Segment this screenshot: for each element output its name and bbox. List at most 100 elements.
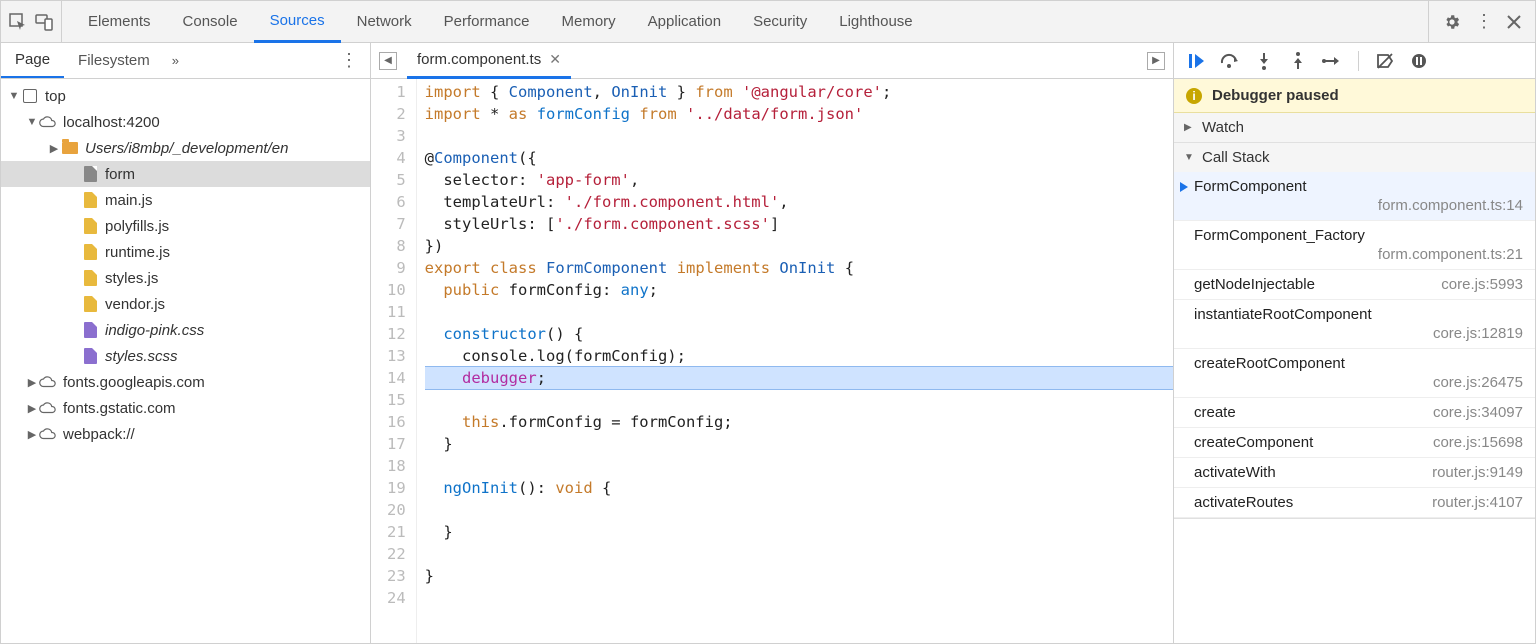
- navigator-tab-filesystem[interactable]: Filesystem: [64, 43, 164, 78]
- file-icon: [81, 269, 99, 287]
- navigator-tab-page[interactable]: Page: [1, 43, 64, 78]
- close-file-icon[interactable]: ✕: [549, 51, 561, 68]
- code-line[interactable]: templateUrl: './form.component.html',: [425, 191, 1173, 213]
- open-file-tab[interactable]: form.component.ts ✕: [407, 44, 571, 79]
- folder-icon: [61, 139, 79, 157]
- step-into-icon[interactable]: [1254, 51, 1274, 71]
- callstack-section: ▼Call Stack FormComponentform.component.…: [1174, 143, 1535, 519]
- main-tab-application[interactable]: Application: [632, 1, 737, 42]
- main-tab-security[interactable]: Security: [737, 1, 823, 42]
- stack-frame[interactable]: instantiateRootComponentcore.js:12819: [1174, 300, 1535, 349]
- source-editor: ◀ form.component.ts ✕ ▶ 1234567891011121…: [371, 43, 1173, 643]
- watch-section[interactable]: ▶Watch: [1174, 113, 1535, 143]
- frame-icon: [21, 87, 39, 105]
- code-editor[interactable]: 123456789101112131415161718192021222324 …: [371, 79, 1173, 643]
- code-line[interactable]: selector: 'app-form',: [425, 169, 1173, 191]
- code-line[interactable]: }): [425, 235, 1173, 257]
- code-line[interactable]: }: [425, 565, 1173, 587]
- code-line[interactable]: [425, 543, 1173, 565]
- cloud-icon: [39, 113, 57, 131]
- code-line[interactable]: ngOnInit(): void {: [425, 477, 1173, 499]
- code-line[interactable]: [425, 499, 1173, 521]
- sources-navigator: Page Filesystem » ⋮ ▼top ▼localhost:4200…: [1, 43, 371, 643]
- main-tab-elements[interactable]: Elements: [72, 1, 167, 42]
- nav-back-icon[interactable]: ◀: [379, 52, 397, 70]
- code-line[interactable]: [425, 587, 1173, 609]
- stack-frame[interactable]: createRootComponentcore.js:26475: [1174, 349, 1535, 398]
- navigator-more-tabs[interactable]: »: [164, 53, 187, 68]
- code-line[interactable]: public formConfig: any;: [425, 279, 1173, 301]
- devtools-main-tabs: ElementsConsoleSourcesNetworkPerformance…: [62, 1, 1428, 42]
- stack-frame[interactable]: FormComponent_Factoryform.component.ts:2…: [1174, 221, 1535, 270]
- code-line[interactable]: }: [425, 521, 1173, 543]
- stack-frame[interactable]: FormComponentform.component.ts:14: [1174, 172, 1535, 221]
- stack-frame[interactable]: activateWithrouter.js:9149: [1174, 458, 1535, 488]
- file-icon: [81, 217, 99, 235]
- code-line[interactable]: }: [425, 433, 1173, 455]
- code-line[interactable]: this.formConfig = formConfig;: [425, 411, 1173, 433]
- stack-frame[interactable]: getNodeInjectablecore.js:5993: [1174, 270, 1535, 300]
- code-line[interactable]: [425, 125, 1173, 147]
- inspect-icon[interactable]: [9, 13, 27, 31]
- kebab-menu-icon[interactable]: ⋮: [1475, 11, 1493, 32]
- stack-frame[interactable]: createComponentcore.js:15698: [1174, 428, 1535, 458]
- tree-ext3[interactable]: ▶webpack://: [1, 421, 370, 447]
- nav-forward-icon[interactable]: ▶: [1147, 52, 1165, 70]
- file-icon: [81, 191, 99, 209]
- file-icon: [81, 295, 99, 313]
- close-devtools-icon[interactable]: [1507, 15, 1521, 29]
- code-line[interactable]: [425, 389, 1173, 411]
- main-tab-console[interactable]: Console: [167, 1, 254, 42]
- code-line[interactable]: constructor() {: [425, 323, 1173, 345]
- code-line[interactable]: console.log(formConfig);: [425, 345, 1173, 367]
- file-icon: [81, 243, 99, 261]
- tree-file-polyfills[interactable]: polyfills.js: [1, 213, 370, 239]
- main-tab-lighthouse[interactable]: Lighthouse: [823, 1, 928, 42]
- step-over-icon[interactable]: [1220, 51, 1240, 71]
- debugger-panel: i Debugger paused ▶Watch ▼Call Stack For…: [1173, 43, 1535, 643]
- main-tab-memory[interactable]: Memory: [546, 1, 632, 42]
- callstack-header[interactable]: ▼Call Stack: [1174, 143, 1535, 172]
- file-icon: [81, 165, 99, 183]
- step-out-icon[interactable]: [1288, 51, 1308, 71]
- file-tree: ▼top ▼localhost:4200 ▶Users/i8mbp/_devel…: [1, 79, 370, 643]
- tree-file-indigo[interactable]: indigo-pink.css: [1, 317, 370, 343]
- tree-file-styles[interactable]: styles.js: [1, 265, 370, 291]
- tree-top[interactable]: ▼top: [1, 83, 370, 109]
- code-line[interactable]: import { Component, OnInit } from '@angu…: [425, 81, 1173, 103]
- deactivate-breakpoints-icon[interactable]: [1375, 51, 1395, 71]
- code-line[interactable]: styleUrls: ['./form.component.scss']: [425, 213, 1173, 235]
- main-tab-sources[interactable]: Sources: [254, 2, 341, 43]
- tree-file-runtime[interactable]: runtime.js: [1, 239, 370, 265]
- tree-ext2[interactable]: ▶fonts.gstatic.com: [1, 395, 370, 421]
- cloud-icon: [39, 373, 57, 391]
- pause-on-exceptions-icon[interactable]: [1409, 51, 1429, 71]
- tree-file-form[interactable]: form: [1, 161, 370, 187]
- code-line[interactable]: @Component({: [425, 147, 1173, 169]
- tree-folder[interactable]: ▶Users/i8mbp/_development/en: [1, 135, 370, 161]
- code-line[interactable]: [425, 301, 1173, 323]
- paused-label: Debugger paused: [1212, 87, 1339, 104]
- settings-gear-icon[interactable]: [1443, 13, 1461, 31]
- tree-ext1[interactable]: ▶fonts.googleapis.com: [1, 369, 370, 395]
- file-icon: [81, 347, 99, 365]
- tree-host[interactable]: ▼localhost:4200: [1, 109, 370, 135]
- tree-file-main[interactable]: main.js: [1, 187, 370, 213]
- code-line[interactable]: import * as formConfig from '../data/for…: [425, 103, 1173, 125]
- cloud-icon: [39, 425, 57, 443]
- resume-icon[interactable]: [1186, 51, 1206, 71]
- device-toggle-icon[interactable]: [35, 13, 53, 31]
- main-tab-network[interactable]: Network: [341, 1, 428, 42]
- navigator-menu-icon[interactable]: ⋮: [328, 50, 370, 71]
- file-icon: [81, 321, 99, 339]
- stack-frame[interactable]: activateRoutesrouter.js:4107: [1174, 488, 1535, 518]
- code-line[interactable]: export class FormComponent implements On…: [425, 257, 1173, 279]
- debugger-paused-banner: i Debugger paused: [1174, 79, 1535, 113]
- main-tab-performance[interactable]: Performance: [428, 1, 546, 42]
- code-line[interactable]: [425, 455, 1173, 477]
- tree-file-scss[interactable]: styles.scss: [1, 343, 370, 369]
- code-line[interactable]: debugger;: [425, 367, 1173, 389]
- tree-file-vendor[interactable]: vendor.js: [1, 291, 370, 317]
- stack-frame[interactable]: createcore.js:34097: [1174, 398, 1535, 428]
- step-icon[interactable]: [1322, 51, 1342, 71]
